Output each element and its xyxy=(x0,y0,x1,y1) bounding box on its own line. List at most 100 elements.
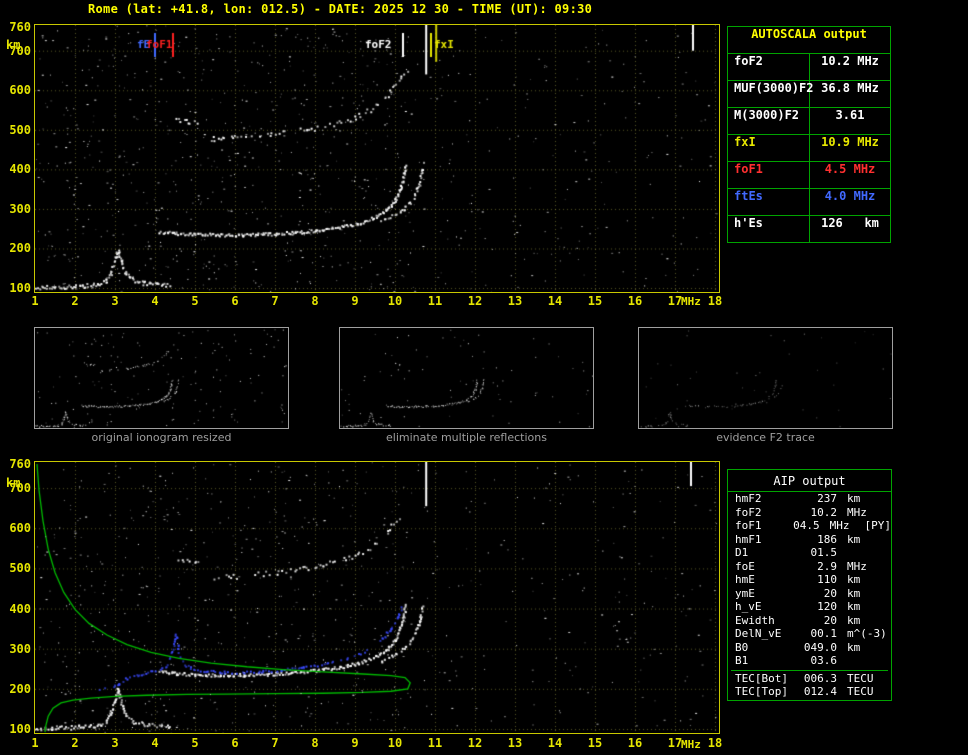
x-axis-tick-label: 7 xyxy=(271,294,279,308)
x-axis-tick-label: 5 xyxy=(191,736,199,750)
table-row: ymE 20 km xyxy=(728,587,891,601)
parameter-extra xyxy=(889,533,891,547)
table-row: Ewidth 20 km xyxy=(728,614,891,628)
y-axis-tick-label: 760 xyxy=(9,457,31,471)
parameter-extra xyxy=(889,492,891,506)
x-axis-tick-label: 1 xyxy=(31,736,39,750)
parameter-label: foF2 xyxy=(735,505,762,519)
parameter-value: 04.5 xyxy=(793,519,820,532)
parameter-value: 006.3 xyxy=(803,671,837,685)
y-axis-tick-label: 500 xyxy=(9,122,31,137)
table-row: TEC[Top] 012.4 TECU xyxy=(728,685,891,699)
thumbnail-caption-3: evidence F2 trace xyxy=(716,431,815,444)
table-row: fxI 10.9 MHz xyxy=(728,135,890,162)
parameter-label: hmF2 xyxy=(735,492,762,505)
y-axis-label: km xyxy=(6,476,21,490)
parameter-value: 20 xyxy=(823,586,837,600)
x-axis-tick-label: 12 xyxy=(467,736,483,750)
table-row: hmE 110 km xyxy=(728,573,891,587)
x-axis-tick-label: 13 xyxy=(507,736,523,750)
table-row: foF2 10.2 MHz xyxy=(728,54,890,81)
parameter-value: 012.4 xyxy=(803,685,837,698)
parameter-unit: TECU xyxy=(847,685,874,698)
table-row: h_vE 120 km xyxy=(728,600,891,614)
parameter-unit: km xyxy=(847,532,861,546)
x-axis-tick-label: 6 xyxy=(231,736,239,750)
x-axis-tick-label: 18 xyxy=(707,736,723,750)
x-axis-tick-label: 18 xyxy=(707,294,723,308)
parameter-extra: [PY] xyxy=(864,519,892,532)
x-axis-tick-label: 2 xyxy=(71,294,79,308)
parameter-label: hmF1 xyxy=(735,532,762,546)
aip-table-header: AIP output xyxy=(728,470,891,492)
parameter-extra xyxy=(889,614,891,628)
parameter-label: D1 xyxy=(735,546,749,559)
parameter-label: Ewidth xyxy=(735,613,775,627)
parameter-unit: km xyxy=(847,492,861,505)
table-row: foF2 10.2 MHz xyxy=(728,506,891,520)
top-ionogram-canvas xyxy=(34,24,720,293)
aip-table-rows: hmF2 237 km foF2 10.2 MHz foF1 04.5 MHz [PY] hmF1 1… xyxy=(728,492,891,699)
parameter-label: h_vE xyxy=(735,600,762,613)
table-row: hmF1 186 km xyxy=(728,533,891,547)
parameter-unit: MHz xyxy=(829,519,850,532)
x-axis-tick-label: 5 xyxy=(191,294,199,308)
parameter-value: 110 xyxy=(817,573,837,586)
parameter-extra xyxy=(889,627,891,641)
parameter-value: 03.6 xyxy=(810,654,838,667)
parameter-value: 049.0 xyxy=(803,640,837,654)
parameter-extra xyxy=(889,587,891,601)
parameter-unit xyxy=(837,654,889,668)
thumbnail-eliminate-reflections xyxy=(339,327,594,429)
parameter-value: 10.2 MHz xyxy=(821,54,879,68)
parameter-value: 126 km xyxy=(821,216,879,230)
table-row: hmF2 237 km xyxy=(728,492,891,506)
y-axis-tick-label: 500 xyxy=(9,561,31,576)
parameter-extra xyxy=(889,560,891,574)
x-axis-tick-label: 9 xyxy=(351,736,359,750)
x-axis-tick-label: 4 xyxy=(151,736,159,750)
parameter-value: 20 xyxy=(823,613,837,627)
y-axis-tick-label: 400 xyxy=(9,601,31,616)
parameter-value: 120 xyxy=(817,600,837,613)
parameter-label: ftEs xyxy=(728,189,810,215)
parameter-label: MUF(3000)F2 xyxy=(728,81,813,107)
thumbnail-original-ionogram xyxy=(34,327,289,429)
x-axis-tick-label: 2 xyxy=(71,736,79,750)
parameter-value: 186 xyxy=(817,532,837,546)
parameter-extra xyxy=(889,641,891,655)
x-axis-label: MHz xyxy=(681,738,701,751)
table-row: foF1 4.5 MHz xyxy=(728,162,890,189)
y-axis-tick-label: 200 xyxy=(9,241,31,256)
y-axis-tick-label: 600 xyxy=(9,521,31,536)
parameter-extra xyxy=(889,654,891,668)
x-axis-label: MHz xyxy=(681,295,701,308)
y-axis-tick-label: 300 xyxy=(9,201,31,216)
thumbnail-caption-2: eliminate multiple reflections xyxy=(386,431,547,444)
parameter-unit: TECU xyxy=(847,671,874,685)
parameter-unit: km xyxy=(847,600,861,613)
table-separator xyxy=(731,669,888,671)
parameter-value: 10.2 xyxy=(810,505,838,519)
table-row: TEC[Bot] 006.3 TECU xyxy=(728,672,891,686)
x-axis-tick-label: 8 xyxy=(311,736,319,750)
parameter-extra xyxy=(889,546,891,560)
bottom-ionogram-canvas xyxy=(34,461,720,734)
parameter-unit: km xyxy=(847,640,861,654)
parameter-label: B0 xyxy=(735,640,749,654)
parameter-value: 10.9 MHz xyxy=(821,135,879,149)
x-axis-tick-label: 3 xyxy=(111,294,119,308)
x-axis-tick-label: 16 xyxy=(627,294,643,308)
thumbnail-evidence-f2-trace xyxy=(638,327,893,429)
parameter-label: foF1 xyxy=(728,162,810,188)
table-row: M(3000)F2 3.61 xyxy=(728,108,890,135)
aip-output-table: AIP output hmF2 237 km foF2 10.2 MHz foF1 04.5 M… xyxy=(727,469,892,701)
parameter-value: 4.5 MHz xyxy=(824,162,876,176)
parameter-extra xyxy=(889,685,891,699)
table-row: foE 2.9 MHz xyxy=(728,560,891,574)
parameter-label: hmE xyxy=(735,573,755,586)
x-axis-tick-label: 10 xyxy=(387,736,403,750)
x-axis-tick-label: 15 xyxy=(587,736,603,750)
thumbnail-caption-1: original ionogram resized xyxy=(91,431,232,444)
y-axis-tick-label: 300 xyxy=(9,641,31,656)
